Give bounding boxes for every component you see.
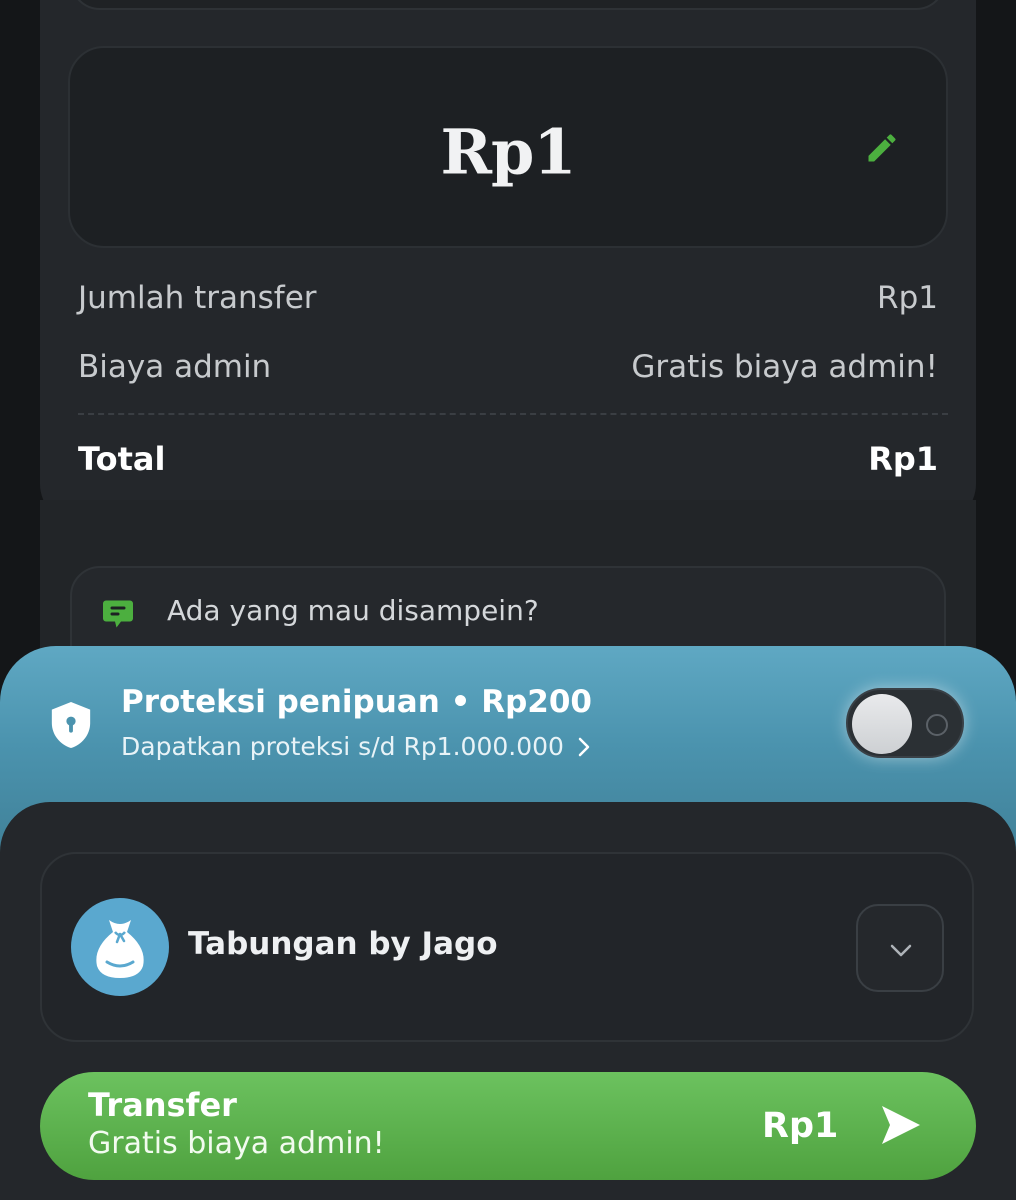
protection-subtitle: Dapatkan proteksi s/d Rp1.000.000 [121, 732, 564, 761]
transfer-amount-row: Jumlah transfer Rp1 [78, 280, 938, 316]
shield-lock-icon [51, 702, 91, 748]
chevron-right-icon [578, 737, 590, 756]
transfer-button-subtitle: Gratis biaya admin! [88, 1126, 385, 1161]
chevron-down-icon [890, 944, 912, 957]
account-dropdown-button[interactable] [856, 904, 944, 992]
admin-fee-row: Biaya admin Gratis biaya admin! [78, 349, 938, 385]
toggle-off-indicator [926, 714, 948, 736]
transfer-amount-label: Jumlah transfer [78, 280, 317, 316]
money-bag-icon [96, 920, 144, 978]
amount-value: Rp1 [440, 115, 576, 189]
note-placeholder: Ada yang mau disampein? [167, 594, 539, 627]
dashed-divider [78, 413, 948, 415]
account-avatar [71, 898, 169, 996]
source-account-selector[interactable] [40, 852, 974, 1042]
chat-note-icon [103, 600, 133, 628]
admin-fee-value: Gratis biaya admin! [631, 349, 938, 385]
total-value: Rp1 [868, 440, 938, 478]
previous-card-edge [70, 0, 946, 10]
transfer-button-title: Transfer [88, 1086, 237, 1124]
amount-input-box[interactable]: Rp1 [68, 46, 948, 248]
admin-fee-label: Biaya admin [78, 349, 272, 385]
account-name: Tabungan by Jago [188, 926, 498, 962]
transfer-button-amount: Rp1 [762, 1106, 839, 1146]
transfer-screen: Rp1 Jumlah transfer Rp1 Biaya admin Grat… [0, 0, 1016, 1200]
transfer-amount-value: Rp1 [877, 280, 938, 316]
edit-pencil-icon[interactable] [864, 130, 900, 166]
total-row: Total Rp1 [78, 440, 938, 478]
toggle-knob [852, 694, 912, 754]
protection-details-link[interactable]: Dapatkan proteksi s/d Rp1.000.000 [121, 732, 594, 761]
send-arrow-icon [882, 1106, 920, 1144]
total-label: Total [78, 440, 166, 478]
protection-toggle[interactable] [846, 688, 964, 758]
protection-title: Proteksi penipuan • Rp200 [121, 684, 592, 720]
